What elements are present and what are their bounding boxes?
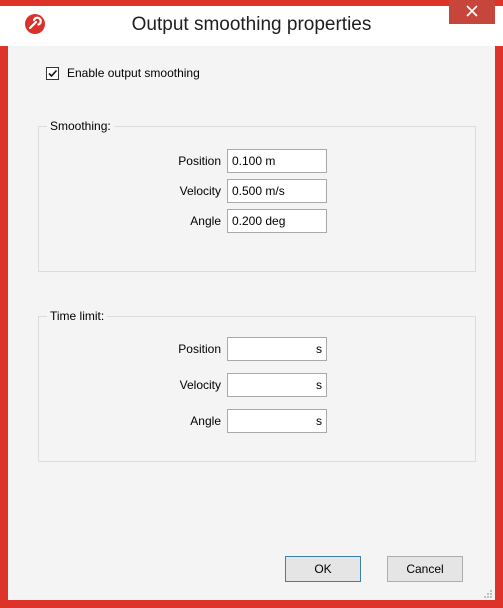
resize-grip-icon[interactable] xyxy=(483,588,493,598)
smoothing-angle-input[interactable]: 0.200 deg xyxy=(227,209,327,233)
close-button[interactable] xyxy=(449,0,495,24)
smoothing-group: Smoothing: Position 0.100 m Velocity 0.5… xyxy=(38,119,476,272)
enable-smoothing-checkbox-row[interactable]: Enable output smoothing xyxy=(46,66,200,80)
enable-smoothing-checkbox[interactable] xyxy=(46,66,59,80)
smoothing-row-velocity: Velocity 0.500 m/s xyxy=(39,179,475,203)
enable-smoothing-label: Enable output smoothing xyxy=(67,66,200,80)
title-bar[interactable]: Output smoothing properties xyxy=(0,0,503,46)
dialog-window: Output smoothing properties Enable outpu… xyxy=(0,0,503,608)
time-limit-group: Time limit: Position s Velocity s Angle … xyxy=(38,309,476,462)
smoothing-row-position: Position 0.100 m xyxy=(39,149,475,173)
time-limit-position-input[interactable]: s xyxy=(227,337,327,361)
smoothing-velocity-label: Velocity xyxy=(179,184,221,198)
close-icon xyxy=(466,4,478,20)
time-limit-angle-input[interactable]: s xyxy=(227,409,327,433)
dialog-content: Enable output smoothing Smoothing: Posit… xyxy=(8,46,495,600)
smoothing-angle-label: Angle xyxy=(190,214,221,228)
time-limit-position-label: Position xyxy=(178,342,221,356)
time-limit-row-velocity: Velocity s xyxy=(39,373,475,397)
smoothing-group-legend: Smoothing: xyxy=(47,119,114,133)
time-limit-row-angle: Angle s xyxy=(39,409,475,433)
smoothing-position-input[interactable]: 0.100 m xyxy=(227,149,327,173)
checkmark-icon xyxy=(48,69,58,77)
time-limit-row-position: Position s xyxy=(39,337,475,361)
smoothing-row-angle: Angle 0.200 deg xyxy=(39,209,475,233)
time-limit-group-legend: Time limit: xyxy=(47,309,108,323)
ok-button[interactable]: OK xyxy=(285,556,361,582)
smoothing-velocity-input[interactable]: 0.500 m/s xyxy=(227,179,327,203)
time-limit-velocity-label: Velocity xyxy=(179,378,221,392)
cancel-button[interactable]: Cancel xyxy=(387,556,463,582)
time-limit-angle-label: Angle xyxy=(190,414,221,428)
smoothing-position-label: Position xyxy=(178,154,221,168)
window-title: Output smoothing properties xyxy=(131,14,372,35)
time-limit-velocity-input[interactable]: s xyxy=(227,373,327,397)
